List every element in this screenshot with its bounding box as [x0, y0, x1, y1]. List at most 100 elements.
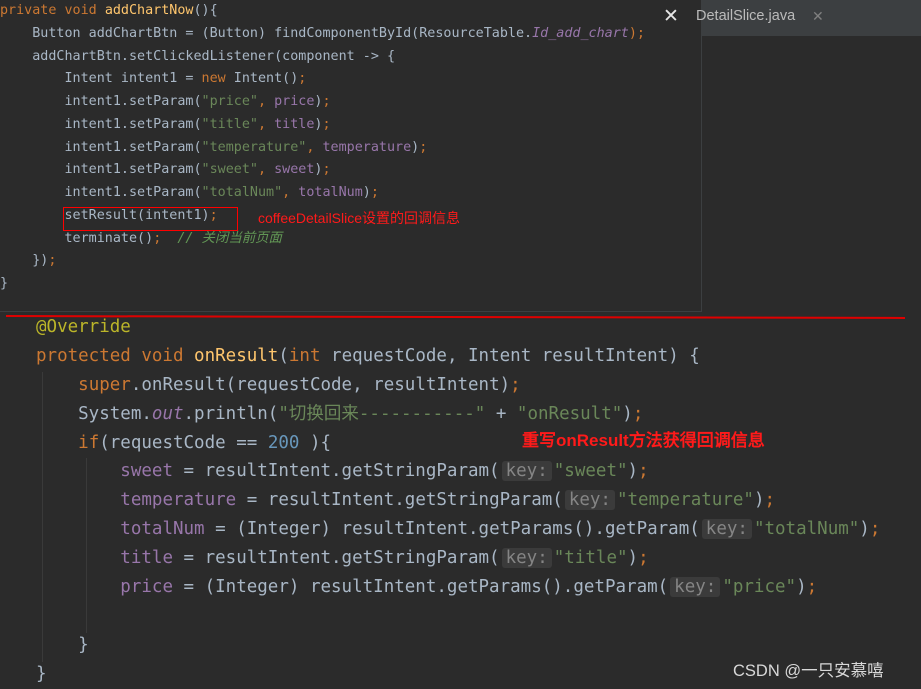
code-token: "totalNum": [753, 519, 860, 540]
tab-detail-slice[interactable]: DetailSlice.java: [696, 8, 795, 24]
code-token: "price": [722, 577, 797, 598]
code-token: "切换回来-----------": [278, 403, 486, 424]
code-token: ): [796, 577, 807, 598]
code-token: ;: [764, 490, 776, 511]
set-result-highlight-box: [63, 207, 238, 231]
code-line: protected void onResult(int requestCode,…: [36, 342, 880, 371]
code-token: (requestCode ==: [99, 432, 268, 453]
code-token: ): [627, 461, 639, 482]
code-line: sweet = resultIntent.getStringParam(key:…: [36, 457, 880, 486]
code-token: (: [278, 345, 289, 366]
code-token: = resultIntent.getStringParam(: [236, 490, 563, 511]
code-token: ): [622, 403, 633, 424]
code-token: title: [274, 116, 315, 132]
code-token: terminate(): [0, 230, 154, 246]
code-token: ;: [322, 162, 331, 178]
code-token: temperature: [322, 139, 412, 155]
code-token: addChartBtn.setClickedListener(component…: [0, 48, 396, 64]
close-icon[interactable]: ✕: [661, 7, 681, 27]
indent-guide: [42, 372, 43, 662]
code-token: .println(: [183, 403, 279, 424]
code-token: }): [0, 253, 49, 269]
code-token: onResult: [194, 345, 279, 366]
code-token: }: [36, 663, 47, 684]
code-token: intent1.setParam(: [0, 139, 202, 155]
code-token: "totalNum": [201, 185, 283, 200]
watermark: CSDN @一只安慕嘻: [733, 662, 884, 680]
code-token: ;: [298, 71, 307, 87]
code-token: totalNum: [120, 519, 205, 540]
code-token: ;: [370, 185, 379, 200]
code-token: "sweet": [201, 162, 258, 178]
code-token: ): [627, 548, 639, 569]
code-token: System.: [36, 403, 152, 424]
code-token: Button addChartBtn = (Button) findCompon…: [0, 25, 533, 41]
code-token: title: [120, 548, 173, 569]
code-token: ;: [153, 230, 178, 246]
code-token: new: [201, 71, 234, 87]
code-token: );: [628, 25, 645, 41]
code-token: }: [0, 276, 9, 291]
code-token: intent1.setParam(: [0, 116, 202, 132]
code-token: ,: [282, 185, 299, 200]
code-token: ,: [257, 116, 275, 132]
code-token: sweet: [120, 461, 173, 482]
code-token: if: [78, 432, 100, 453]
code-token: ;: [322, 94, 331, 109]
code-token: }: [36, 634, 89, 655]
parameter-hint: key:: [501, 461, 552, 482]
code-token: @Override: [36, 317, 131, 337]
code-token: "temperature": [201, 139, 307, 155]
code-token: ): [753, 490, 765, 511]
code-token: ): [362, 185, 371, 200]
code-token: out: [151, 403, 184, 424]
code-token: Intent(): [233, 71, 299, 87]
code-line: System.out.println("切换回来-----------" + "…: [36, 400, 880, 429]
code-token: = (Integer) resultIntent.getParams().get…: [204, 519, 700, 540]
code-token: = resultIntent.getStringParam(: [172, 461, 500, 482]
indent-guide: [86, 458, 87, 633]
code-token: ;: [632, 403, 644, 424]
code-token: intent1.setParam(: [0, 94, 202, 109]
code-token: ;: [322, 116, 331, 132]
code-token: ){: [299, 432, 332, 453]
code-line: title = resultIntent.getStringParam(key:…: [36, 544, 880, 573]
code-line: intent1.setParam("temperature", temperat…: [0, 137, 645, 160]
code-token: = (Integer) resultIntent.getParams().get…: [172, 577, 669, 598]
code-token: ;: [806, 577, 818, 598]
add-chart-code-block: private void addChartNow(){ Button addCh…: [0, 0, 645, 296]
tab-close-icon[interactable]: ✕: [812, 8, 824, 25]
code-token: ,: [257, 94, 275, 109]
code-line: intent1.setParam("totalNum", totalNum);: [0, 182, 645, 205]
code-line: Button addChartBtn = (Button) findCompon…: [0, 23, 645, 46]
code-token: requestCode, Intent resultIntent) {: [331, 345, 700, 366]
code-token: .onResult(requestCode, resultIntent): [130, 374, 511, 395]
parameter-hint: key:: [564, 490, 615, 511]
code-line: addChartBtn.setClickedListener(component…: [0, 46, 645, 69]
code-token: "price": [201, 94, 258, 109]
code-token: "title": [553, 548, 628, 569]
code-token: ;: [638, 461, 649, 482]
code-token: "temperature": [616, 490, 754, 511]
code-token: ;: [419, 139, 428, 155]
code-token: = resultIntent.getStringParam(: [172, 548, 500, 569]
parameter-hint: key:: [670, 577, 721, 598]
code-token: private void: [0, 3, 105, 18]
code-line: temperature = resultIntent.getStringPara…: [36, 486, 880, 515]
code-token: "title": [201, 116, 258, 132]
code-token: ;: [510, 374, 521, 395]
code-token: addChartNow: [104, 3, 194, 18]
code-token: "onResult": [516, 403, 623, 424]
code-token: price: [274, 94, 315, 109]
code-token: ;: [638, 548, 649, 569]
code-token: int: [288, 345, 332, 366]
code-line: intent1.setParam("sweet", sweet);: [0, 159, 645, 182]
code-token: temperature: [120, 490, 237, 511]
code-preview-popup: private void addChartNow(){ Button addCh…: [0, 0, 702, 312]
code-line: Intent intent1 = new Intent();: [0, 68, 645, 91]
